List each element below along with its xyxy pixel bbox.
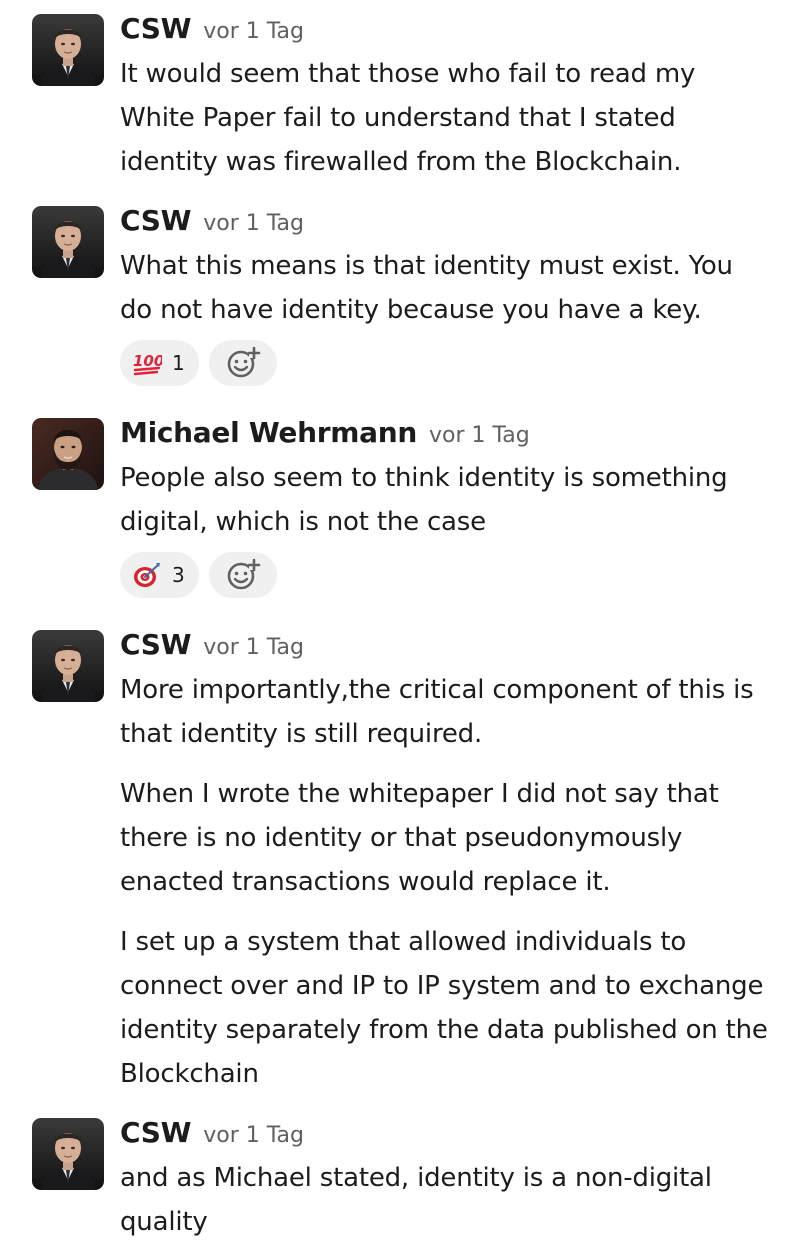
- csw-avatar-icon: [32, 1118, 104, 1190]
- reaction-pill[interactable]: 100 1: [120, 340, 199, 386]
- message-text: What this means is that identity must ex…: [120, 251, 733, 325]
- add-reaction-button[interactable]: [208, 340, 277, 386]
- timestamp[interactable]: vor 1 Tag: [203, 19, 304, 44]
- message-header: CSW vor 1 Tag: [120, 1116, 304, 1150]
- reaction-count: 3: [172, 563, 185, 587]
- message-header: CSW vor 1 Tag: [120, 628, 304, 662]
- message-text: It would seem that those who fail to rea…: [120, 59, 696, 177]
- timestamp[interactable]: vor 1 Tag: [203, 635, 304, 660]
- csw-avatar-icon: [32, 14, 104, 86]
- message-header: CSW vor 1 Tag: [120, 12, 304, 46]
- add-reaction-icon: [225, 557, 261, 593]
- hundred-points-icon: 100: [132, 348, 162, 378]
- message-header: Michael Wehrmann vor 1 Tag: [120, 416, 530, 450]
- message-paragraph: More importantly,the critical component …: [120, 675, 754, 749]
- message-paragraph: I set up a system that allowed individua…: [120, 927, 768, 1089]
- timestamp[interactable]: vor 1 Tag: [203, 211, 304, 236]
- author-name[interactable]: CSW: [120, 12, 192, 45]
- reaction-count: 1: [172, 351, 185, 375]
- direct-hit-icon: [132, 560, 162, 590]
- avatar[interactable]: [32, 206, 104, 278]
- avatar[interactable]: [32, 630, 104, 702]
- avatar[interactable]: [32, 1118, 104, 1190]
- message-text: and as Michael stated, identity is a non…: [120, 1163, 712, 1237]
- csw-avatar-icon: [32, 630, 104, 702]
- add-reaction-icon: [225, 345, 261, 381]
- reaction-pill[interactable]: 3: [120, 552, 199, 598]
- avatar[interactable]: [32, 418, 104, 490]
- add-reaction-button[interactable]: [208, 552, 277, 598]
- reactions-bar: 3: [120, 552, 277, 598]
- message-text: People also seem to think identity is so…: [120, 463, 728, 537]
- michael-avatar-icon: [32, 418, 104, 490]
- author-name[interactable]: Michael Wehrmann: [120, 416, 417, 449]
- reactions-bar: 100 1: [120, 340, 277, 386]
- csw-avatar-icon: [32, 206, 104, 278]
- avatar[interactable]: [32, 14, 104, 86]
- timestamp[interactable]: vor 1 Tag: [203, 1123, 304, 1148]
- message-header: CSW vor 1 Tag: [120, 204, 304, 238]
- author-name[interactable]: CSW: [120, 1116, 192, 1149]
- timestamp[interactable]: vor 1 Tag: [429, 423, 530, 448]
- author-name[interactable]: CSW: [120, 204, 192, 237]
- message-paragraph: When I wrote the whitepaper I did not sa…: [120, 779, 719, 897]
- author-name[interactable]: CSW: [120, 628, 192, 661]
